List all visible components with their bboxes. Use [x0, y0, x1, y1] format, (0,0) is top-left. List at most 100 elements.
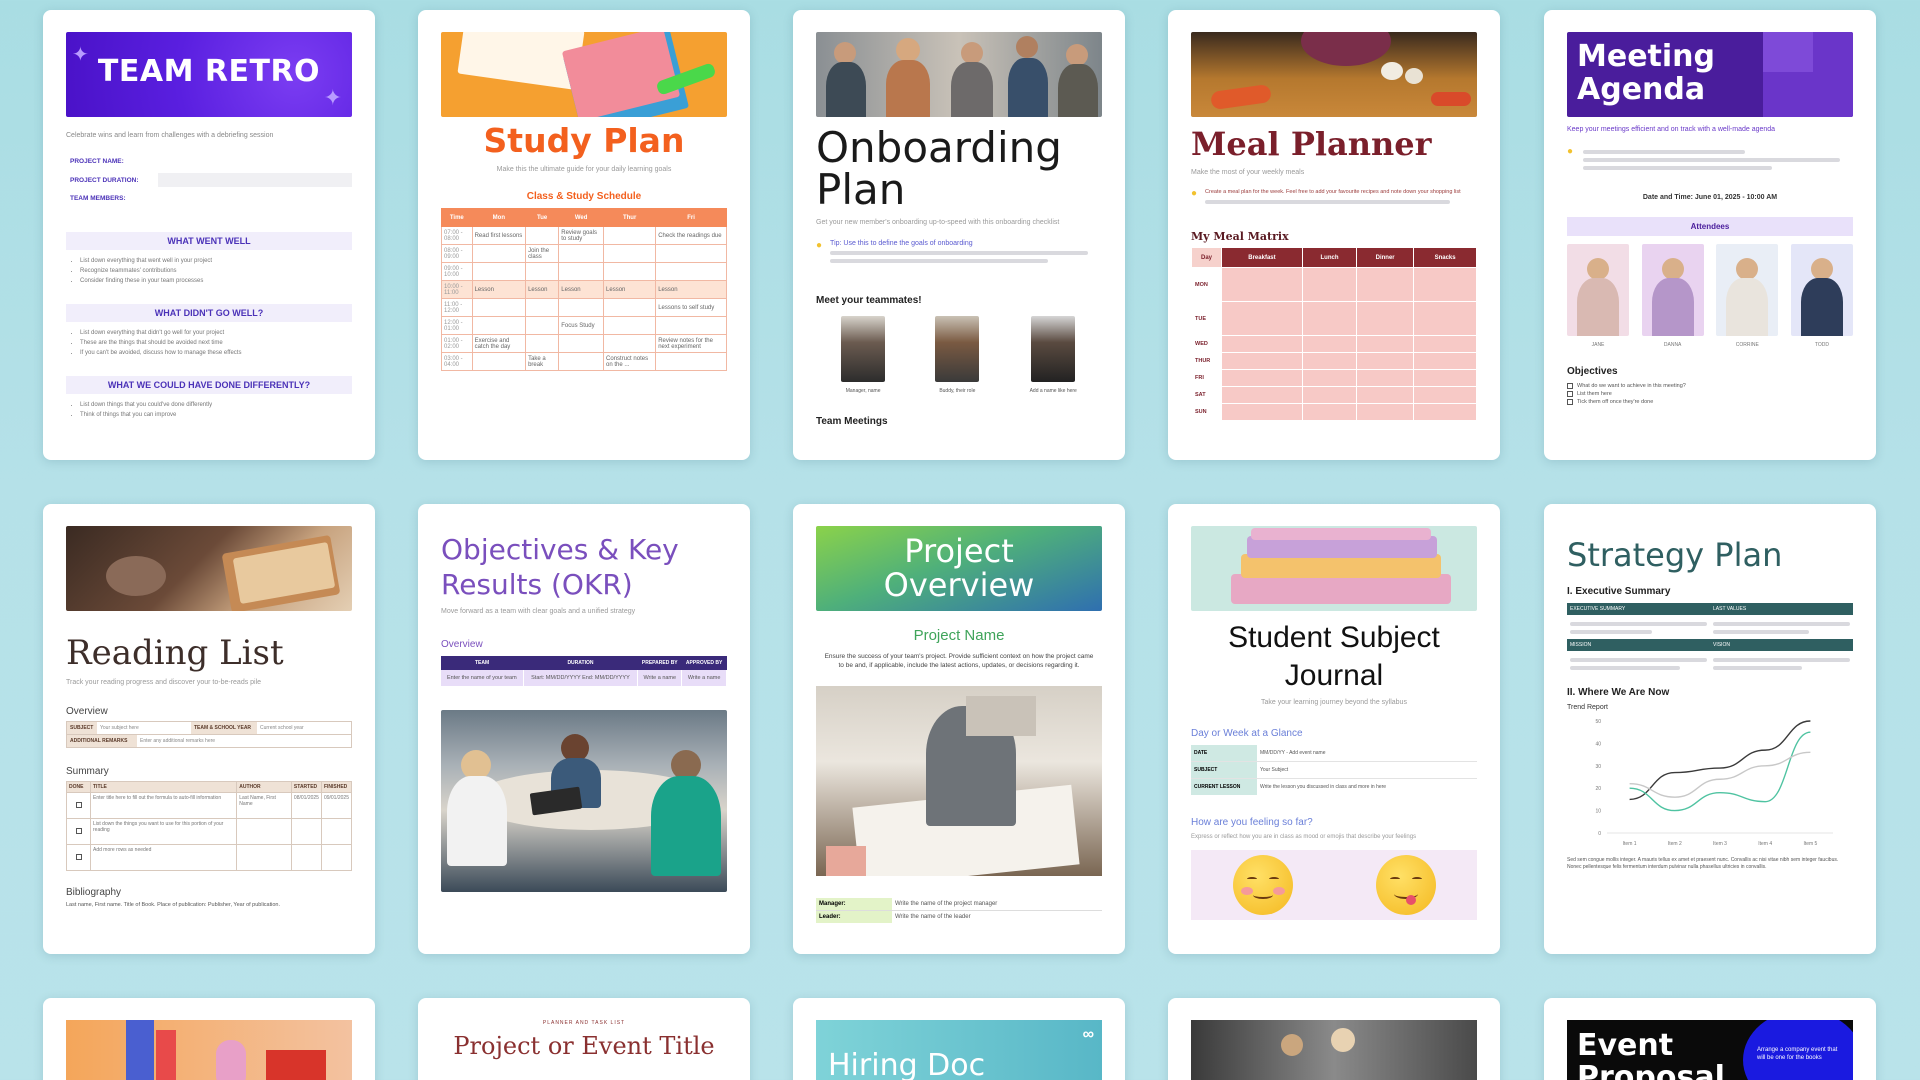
attendee-card: CORRINE: [1716, 244, 1779, 348]
template-card-event-proposal[interactable]: Event Proposal Arrange a company event t…: [1544, 998, 1876, 1080]
x-tick-label: Item 1: [1623, 841, 1637, 847]
template-card-reading-list[interactable]: Reading List Track your reading progress…: [43, 504, 375, 954]
lightbulb-icon: ●: [1567, 146, 1574, 157]
objective-checkbox[interactable]: [1567, 391, 1573, 397]
executive-summary-table: EXECUTIVE SUMMARY LAST VALUES MISSION VI…: [1567, 603, 1853, 675]
reading-list-banner-image: [66, 526, 352, 611]
project-name-field: PROJECT NAME:: [70, 158, 124, 165]
emoji-panel: [1191, 850, 1477, 920]
okr-overview-table: TEAM DURATION PREPARED BY APPROVED BY Enter…: [441, 656, 727, 686]
template-card-okr[interactable]: Objectives & Key Results (OKR) Move forw…: [418, 504, 750, 954]
meal-row: THUR: [1191, 352, 1477, 370]
done-checkbox[interactable]: [75, 853, 82, 860]
strategy-footnote: Sed sem congue mollis integer. A mauris …: [1567, 857, 1839, 870]
meeting-agenda-title: Meeting Agenda: [1577, 39, 1716, 107]
template-card-meal-planner[interactable]: Meal Planner Make the most of your weekl…: [1168, 10, 1500, 460]
schedule-row: 08:00 - 09:00 Join the class: [441, 244, 727, 263]
template-card-hiring-doc[interactable]: Hiring Doc ∞: [793, 998, 1125, 1080]
partial-photo: [1191, 1020, 1477, 1080]
project-overview-banner-title: Project Overview: [883, 532, 1035, 604]
series-line-3: [1629, 751, 1811, 798]
done-checkbox[interactable]: [75, 827, 82, 834]
section-header: WHAT DIDN'T GO WELL?: [66, 304, 352, 322]
teammate-card: Buddy, their role: [935, 316, 980, 394]
y-tick-label: 30: [1595, 764, 1601, 770]
attendee-card: TODD: [1790, 244, 1853, 348]
template-card-project-overview[interactable]: Project Overview Project Name Ensure the…: [793, 504, 1125, 954]
section-header: WHAT WENT WELL: [66, 232, 352, 250]
strategy-plan-title: Strategy Plan: [1567, 536, 1783, 574]
study-plan-subtitle: Make this the ultimate guide for your da…: [496, 166, 672, 173]
project-description: Ensure the success of your team's projec…: [824, 653, 1094, 669]
attendee-photo: [1567, 244, 1629, 336]
done-checkbox[interactable]: [75, 801, 82, 808]
x-tick-label: Item 3: [1713, 841, 1727, 847]
template-card-partial-4[interactable]: [1168, 998, 1500, 1080]
template-card-meeting-agenda[interactable]: Meeting Agenda Keep your meetings effici…: [1544, 10, 1876, 460]
partial-banner-image: [66, 1020, 352, 1080]
objective-item: List them here: [1567, 391, 1853, 397]
objective-checkbox[interactable]: [1567, 383, 1573, 389]
study-plan-banner-image: [441, 32, 727, 117]
event-proposal-banner: Event Proposal Arrange a company event t…: [1567, 1020, 1853, 1080]
project-name-heading: Project Name: [913, 627, 1005, 644]
okr-subtitle: Move forward as a team with clear goals …: [441, 608, 636, 615]
x-tick-label: Item 5: [1803, 841, 1817, 847]
schedule-row: 07:00 - 08:00 Read first lessons Review go…: [441, 226, 727, 245]
template-card-partial-1[interactable]: [43, 998, 375, 1080]
y-tick-label: 40: [1595, 741, 1601, 747]
y-tick-label: 20: [1595, 786, 1601, 792]
attendee-card: JANE: [1567, 244, 1629, 348]
meal-planner-subtitle: Make the most of your weekly meals: [1191, 169, 1305, 176]
objective-item: Tick them off once they're done: [1567, 399, 1853, 405]
template-card-strategy-plan[interactable]: Strategy Plan I. Executive Summary EXECU…: [1544, 504, 1876, 954]
okr-team-photo: [441, 710, 727, 892]
lightbulb-icon: ●: [1191, 188, 1198, 199]
summary-table: DONE TITLE AUTHOR STARTED FINISHED Enter tit…: [66, 781, 353, 871]
schedule-table: Time Mon Tue Wed Thur Fri 07:00 - 08:00 R…: [441, 208, 727, 371]
template-card-project-event[interactable]: PLANNER AND TASK LIST Project or Event T…: [418, 998, 750, 1080]
project-overview-banner: Project Overview: [816, 526, 1102, 611]
teammate-photo: [935, 316, 980, 382]
reading-row: List down the things you want to use for…: [66, 818, 353, 845]
meal-planner-banner-image: [1191, 32, 1477, 117]
bullet-list: List down everything that went well in y…: [80, 256, 352, 286]
schedule-heading: Class & Study Schedule: [526, 191, 642, 202]
overview-heading: Overview: [66, 706, 108, 717]
meal-row: WED: [1191, 335, 1477, 353]
journal-banner-image: [1191, 526, 1477, 611]
onboarding-subtitle: Get your new member's onboarding up-to-s…: [816, 219, 1060, 226]
attendee-photo: [1716, 244, 1779, 336]
template-card-onboarding-plan[interactable]: Onboarding Plan Get your new member's on…: [793, 10, 1125, 460]
team-retro-title: TEAM RETRO: [97, 54, 321, 89]
meeting-datetime: Date and Time: June 01, 2025 - 10:00 AM: [1642, 194, 1778, 201]
meal-planner-title: Meal Planner: [1191, 125, 1432, 163]
schedule-row: 01:00 - 02:00 Exercise and catch the day R…: [441, 334, 727, 353]
summary-heading: Summary: [66, 766, 109, 777]
meal-matrix-table: Day Breakfast Lunch Dinner Snacks MON TUE…: [1191, 247, 1477, 421]
project-photo: [816, 686, 1102, 876]
event-proposal-title: Event Proposal: [1577, 1028, 1725, 1080]
leader-row: Leader: Write the name of the leader: [816, 911, 1102, 923]
okr-title: Objectives & Key Results (OKR): [441, 533, 679, 601]
objectives-heading: Objectives: [1567, 366, 1618, 377]
glance-table: DATE MM/DD/YY - Add event name SUBJECT Y…: [1191, 745, 1477, 795]
meeting-agenda-banner: Meeting Agenda: [1567, 32, 1853, 117]
trend-report-label: Trend Report: [1567, 704, 1608, 711]
template-card-team-retro[interactable]: ✦ ✦ TEAM RETRO Celebrate wins and learn …: [43, 10, 375, 460]
lightbulb-icon: ●: [816, 240, 823, 251]
journal-subtitle: Take your learning journey beyond the sy…: [1261, 699, 1407, 706]
tip-box: ● Create a meal plan for the week. Feel …: [1191, 188, 1477, 208]
bibliography-line: Last name, First name. Title of Book. Pl…: [66, 902, 281, 908]
x-tick-label: Item 2: [1668, 841, 1682, 847]
y-tick-label: 0: [1598, 831, 1601, 837]
tip-box: ● Tip: Use this to define the goals of o…: [816, 240, 1102, 267]
feeling-heading: How are you feeling so far?: [1191, 817, 1313, 828]
attendee-card: DANNA: [1641, 244, 1704, 348]
objective-checkbox[interactable]: [1567, 399, 1573, 405]
template-card-student-journal[interactable]: Student Subject Journal Take your learni…: [1168, 504, 1500, 954]
team-retro-subtitle: Celebrate wins and learn from challenges…: [66, 132, 274, 139]
teammate-card: Add a name like here: [1030, 316, 1077, 394]
meet-teammates-heading: Meet your teammates!: [816, 295, 922, 306]
template-card-study-plan[interactable]: Study Plan Make this the ultimate guide …: [418, 10, 750, 460]
